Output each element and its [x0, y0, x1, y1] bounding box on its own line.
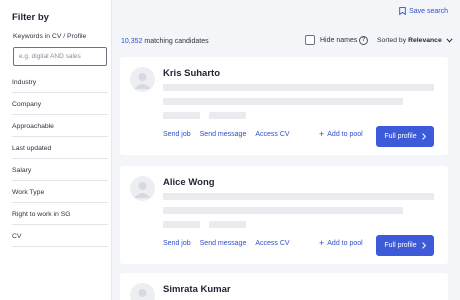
skeleton-line [163, 112, 200, 119]
chevron-right-icon [421, 242, 426, 249]
results-count: 10,352 matching candidates [121, 38, 209, 45]
avatar [130, 67, 155, 92]
results-count-number: 10,352 [121, 38, 143, 45]
candidate-card: Alice Wong Send job Send message Access … [120, 166, 448, 264]
send-job-link[interactable]: Send job [163, 240, 191, 247]
skeleton-line [163, 221, 200, 228]
candidate-card: Kris Suharto Send job Send message Acces… [120, 57, 448, 155]
sort-value: Relevance [408, 37, 442, 44]
access-cv-link[interactable]: Access CV [255, 240, 289, 247]
hide-names-toggle[interactable]: Hide names [305, 35, 357, 45]
card-actions: Send job Send message Access CV [163, 240, 299, 247]
avatar [130, 283, 155, 300]
skeleton-line [163, 98, 403, 105]
skeleton-line [163, 84, 434, 91]
plus-icon: + [319, 129, 325, 139]
keywords-label: Keywords in CV / Profile [13, 33, 87, 40]
add-to-pool-button[interactable]: + Add to pool [319, 238, 363, 248]
bookmark-icon [399, 7, 406, 15]
chevron-down-icon [446, 38, 453, 43]
results-count-suffix: matching candidates [144, 38, 209, 45]
candidate-name[interactable]: Alice Wong [163, 177, 215, 188]
card-actions: Send job Send message Access CV [163, 131, 299, 138]
person-icon [138, 289, 147, 297]
sort-label: Sorted by [377, 37, 407, 44]
access-cv-link[interactable]: Access CV [255, 131, 289, 138]
send-job-link[interactable]: Send job [163, 131, 191, 138]
filter-company[interactable]: Company [12, 93, 108, 115]
full-profile-button[interactable]: Full profile [376, 126, 434, 147]
full-profile-button[interactable]: Full profile [376, 235, 434, 256]
filter-last-updated[interactable]: Last updated [12, 137, 108, 159]
full-profile-label: Full profile [384, 242, 417, 249]
send-message-link[interactable]: Send message [200, 131, 247, 138]
send-message-link[interactable]: Send message [200, 240, 247, 247]
filter-work-type[interactable]: Work Type [12, 181, 108, 203]
filter-title: Filter by [12, 12, 49, 23]
filter-sidebar: Filter by Keywords in CV / Profile Indus… [0, 0, 112, 300]
add-to-pool-button[interactable]: + Add to pool [319, 129, 363, 139]
skeleton-line [163, 207, 403, 214]
hide-names-checkbox[interactable] [305, 35, 315, 45]
save-search-button[interactable]: Save search [399, 7, 448, 15]
filter-cv[interactable]: CV [12, 225, 108, 247]
filter-industry[interactable]: Industry [12, 71, 108, 93]
hide-names-label: Hide names [320, 36, 358, 44]
sort-dropdown[interactable]: Sorted by Relevance [377, 37, 453, 44]
candidate-name[interactable]: Kris Suharto [163, 68, 220, 79]
filter-salary[interactable]: Salary [12, 159, 108, 181]
candidate-card: Simrata Kumar [120, 273, 448, 300]
add-to-pool-label: Add to pool [327, 131, 363, 138]
save-search-label: Save search [409, 7, 448, 15]
chevron-right-icon [421, 133, 426, 140]
filter-right-to-work[interactable]: Right to work in SG [12, 203, 108, 225]
skeleton-line [209, 221, 246, 228]
person-icon [134, 73, 151, 89]
skeleton-line [163, 193, 434, 200]
plus-icon: + [319, 238, 325, 248]
filter-list: Industry Company Approachable Last updat… [12, 71, 108, 247]
skeleton-line [209, 112, 246, 119]
person-icon [134, 182, 151, 198]
add-to-pool-label: Add to pool [327, 240, 363, 247]
help-icon[interactable]: ? [359, 36, 368, 45]
avatar [130, 176, 155, 201]
candidate-name[interactable]: Simrata Kumar [163, 284, 231, 295]
keywords-input[interactable] [13, 47, 107, 66]
filter-approachable[interactable]: Approachable [12, 115, 108, 137]
full-profile-label: Full profile [384, 133, 417, 140]
